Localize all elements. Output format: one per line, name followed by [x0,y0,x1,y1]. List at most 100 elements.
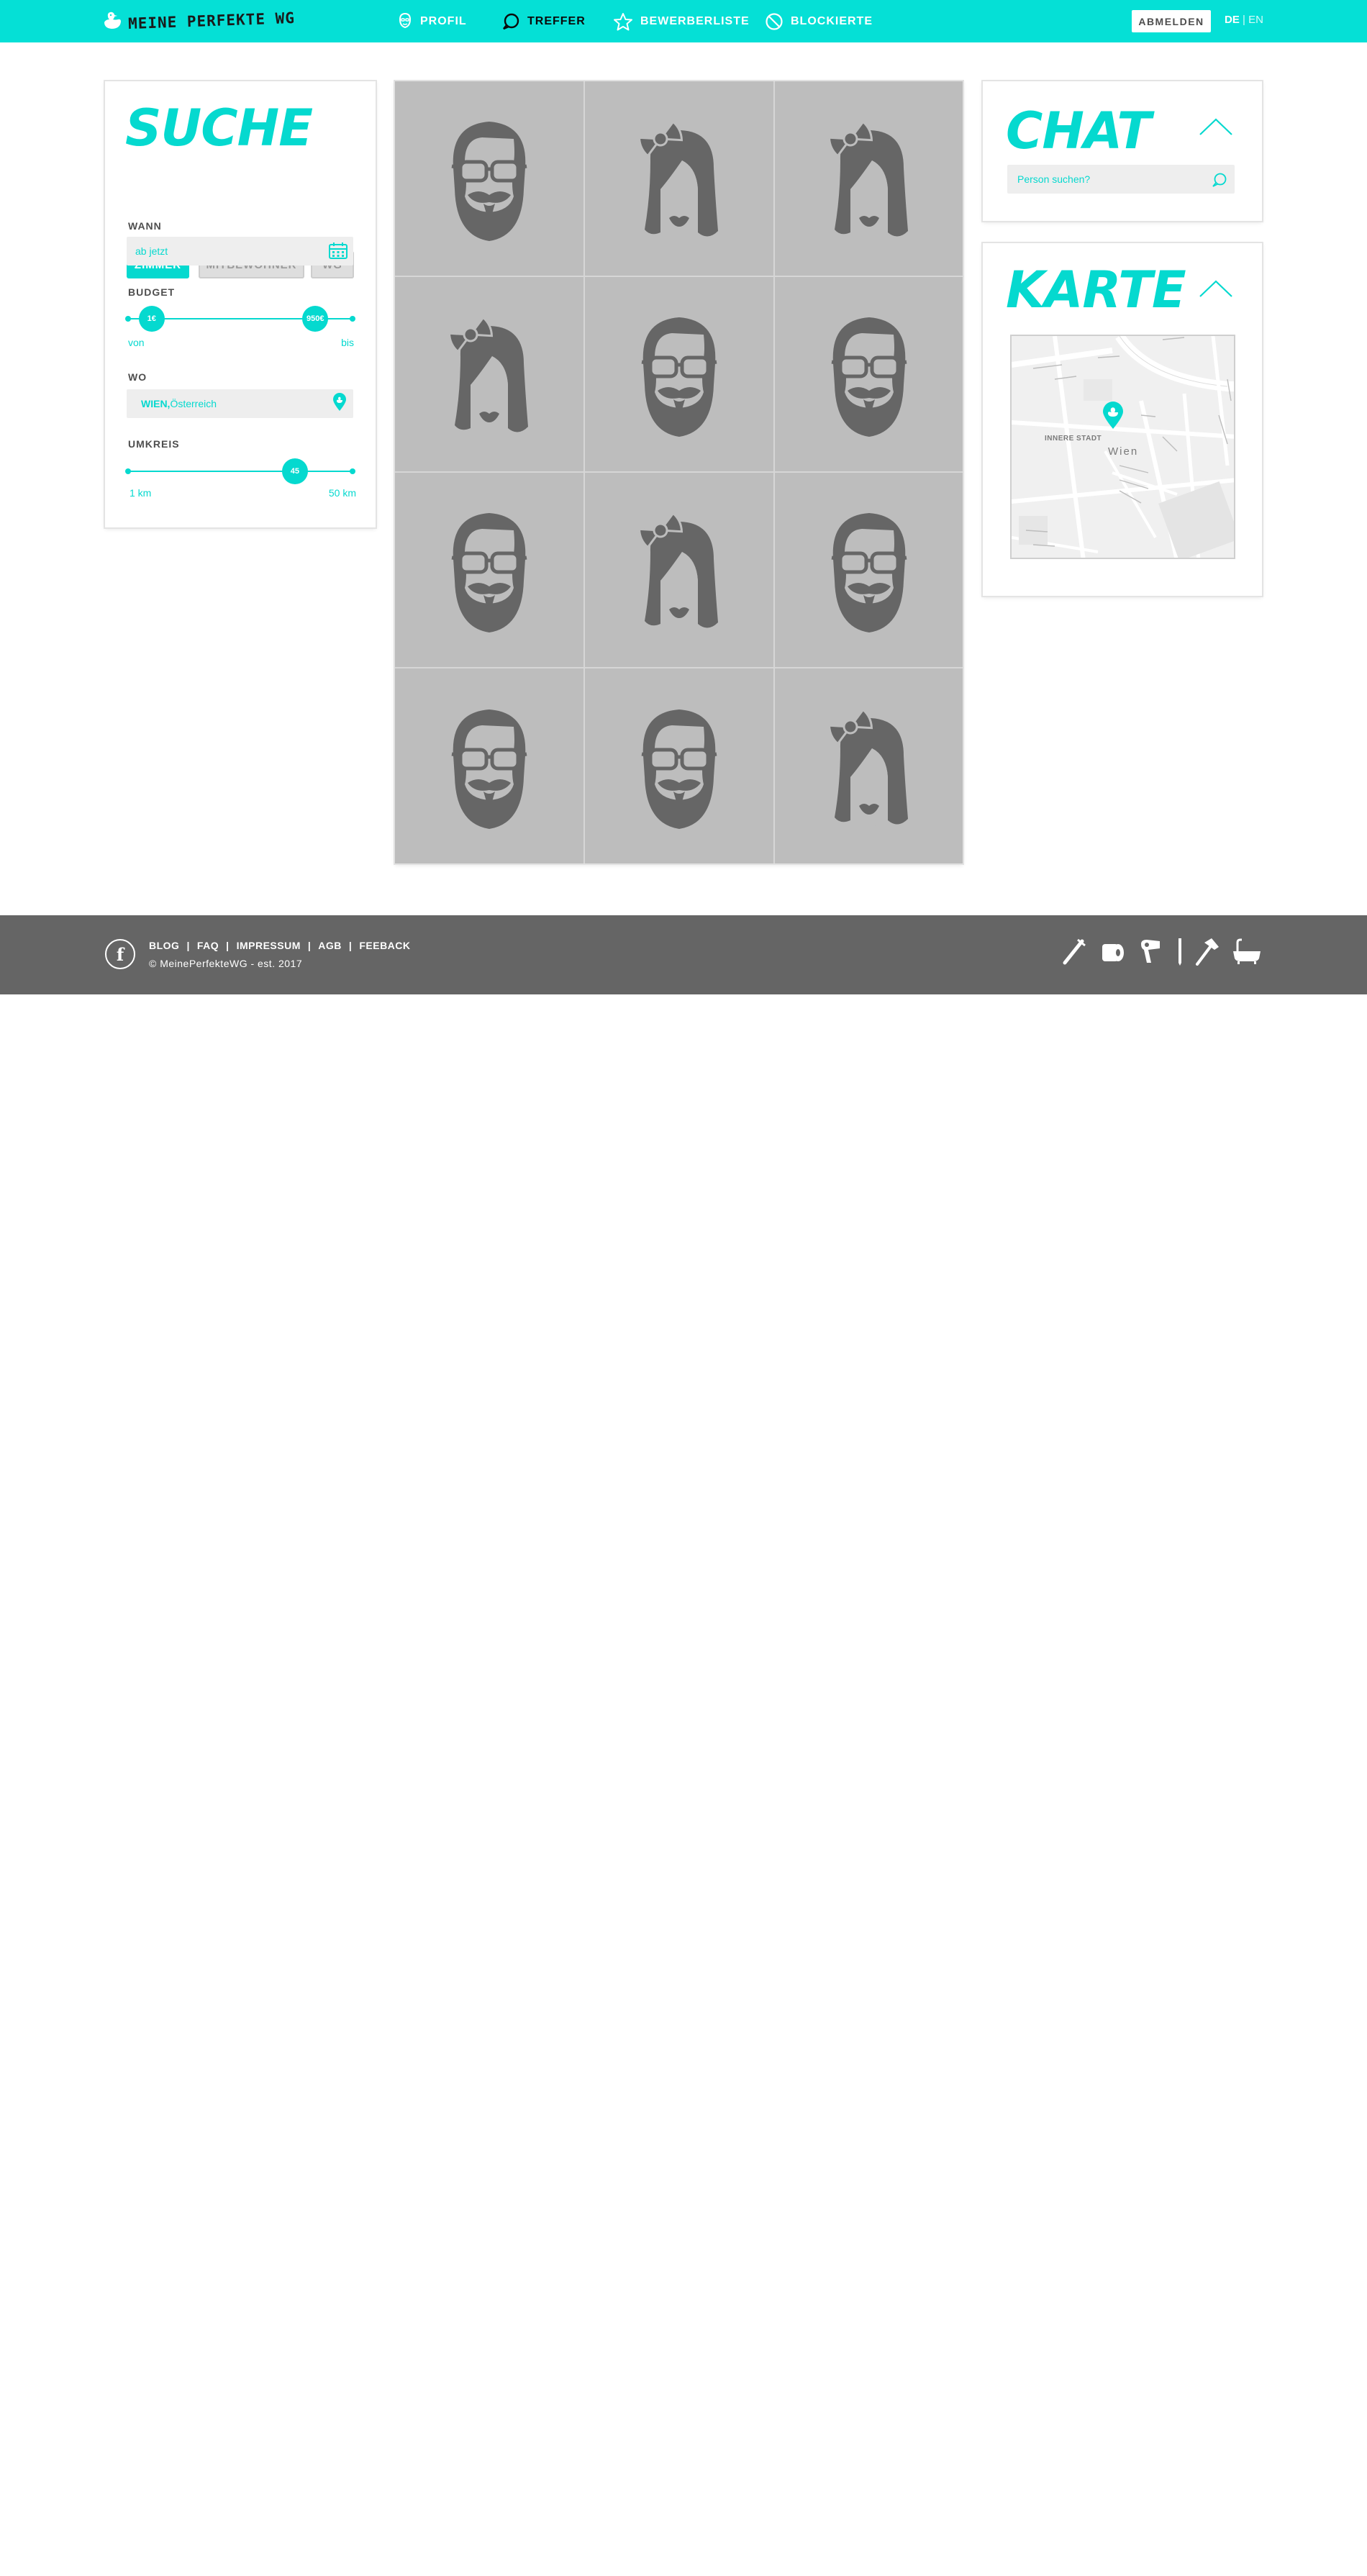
nav-blockierte-label: BLOCKIERTE [791,14,873,27]
budget-min-handle[interactable]: 1€ [138,306,165,332]
nav-treffer-label: TREFFER [527,14,586,27]
match-tile[interactable] [395,473,583,667]
match-tile[interactable] [775,81,963,276]
nav-bewerberliste-label: BEWERBERLISTE [640,14,750,27]
where-label: WO [128,371,147,383]
logout-button[interactable]: ABMELDEN [1132,10,1211,32]
chat-title: CHAT [1006,101,1151,160]
male-avatar-icon [451,513,527,632]
hammer-icon [1196,938,1219,966]
facebook-icon[interactable]: f [105,939,135,969]
chevron-up-icon[interactable] [1199,279,1233,298]
lang-separator: | [1239,14,1249,26]
search-title: SUCHE [125,99,313,158]
calendar-icon[interactable] [329,242,348,260]
match-grid [395,81,963,863]
star-icon [614,12,632,30]
budget-label: BUDGET [128,286,176,298]
male-avatar-icon [641,709,717,829]
footer: f BLOG | FAQ | IMPRESSUM | AGB | FEEBACK © M… [0,915,1367,994]
budget-to-label: bis [341,337,354,348]
match-tile[interactable] [395,668,583,863]
female-avatar-icon [637,120,718,240]
female-avatar-icon [637,512,718,631]
female-avatar-icon [448,316,528,435]
chat-panel: CHAT Person suchen? [983,81,1262,221]
brand-logo[interactable]: Meine Perfekte WG [102,9,295,32]
male-avatar-icon [831,513,907,632]
match-tile[interactable] [775,668,963,863]
search-bubble-icon[interactable] [1212,172,1227,188]
nav-treffer[interactable]: TREFFER [501,0,586,42]
radius-slider[interactable]: 45 [125,458,355,484]
footer-separator: | [226,940,230,951]
female-avatar-icon [827,707,908,827]
footer-links: BLOG | FAQ | IMPRESSUM | AGB | FEEBACK [149,940,411,951]
footer-separator: | [348,940,353,951]
female-avatar-icon [827,120,908,240]
map-title: KARTE [1006,260,1186,319]
male-avatar-icon [641,317,717,437]
match-tile[interactable] [395,81,583,276]
brand-name: Meine Perfekte WG [127,9,296,33]
toilet-paper-icon [1102,944,1124,961]
map-city-label: Wien [1108,445,1139,458]
nav-blockierte[interactable]: BLOCKIERTE [765,0,873,42]
location-pin-icon [333,393,346,411]
when-field[interactable]: ab jetzt [127,237,353,266]
copyright: © MeinePerfekteWG - est. 2017 [149,958,303,969]
nav-profil[interactable]: PROFIL [397,0,467,42]
match-tile[interactable] [585,668,773,863]
match-tile[interactable] [585,277,773,471]
where-country: Österreich [170,398,217,409]
radius-handle[interactable]: 45 [281,458,308,484]
footer-link-agb[interactable]: AGB [318,940,342,951]
hairdryer-icon [1141,940,1160,963]
slider-end [125,468,131,474]
match-tile[interactable] [775,473,963,667]
male-avatar-icon [451,709,527,829]
chevron-up-icon[interactable] [1199,117,1233,136]
match-tile[interactable] [585,81,773,276]
slider-end [350,468,355,474]
budget-max-handle[interactable]: 950€ [302,306,329,332]
radius-max-label: 50 km [328,487,356,499]
face-icon [399,12,412,28]
male-avatar-icon [831,317,907,437]
bathtub-icon [1233,938,1261,964]
footer-link-blog[interactable]: BLOG [149,940,179,951]
match-tile[interactable] [585,473,773,667]
when-label: WANN [128,220,162,232]
language-switch: DE | EN [1225,14,1263,26]
search-panel: SUCHE ZIMMER MITBEWOHNER WG WANN ab jetz… [105,81,376,527]
footer-link-impressum[interactable]: IMPRESSUM [237,940,301,951]
map-panel: KARTE INNERE STADT Wien [983,243,1262,596]
nav-profil-label: PROFIL [420,14,467,27]
match-tile[interactable] [775,277,963,471]
toothbrush-icon [1063,938,1086,965]
block-icon [766,12,783,30]
pen-icon [1178,938,1181,966]
budget-slider[interactable]: 1€ 950€ [125,306,355,332]
map-view[interactable]: INNERE STADT Wien [1010,335,1235,559]
map-district-label: INNERE STADT [1045,435,1102,443]
where-city: WIEN, [141,398,171,409]
nav-bewerberliste[interactable]: BEWERBERLISTE [613,0,750,42]
radius-min-label: 1 km [130,487,152,499]
lang-de-link[interactable]: DE [1225,14,1240,26]
footer-separator: | [307,940,312,951]
male-avatar-icon [451,122,527,241]
footer-separator: | [186,940,190,951]
where-field[interactable]: WIEN, Österreich [127,389,353,418]
footer-link-feeback[interactable]: FEEBACK [359,940,410,951]
map-location-pin-icon[interactable] [1101,401,1125,430]
top-bar: Meine Perfekte WG PROFIL TREFFER BEWERBE… [0,0,1367,42]
lang-en-link[interactable]: EN [1248,14,1263,26]
when-value: ab jetzt [135,245,168,257]
person-search-input[interactable]: Person suchen? [1007,165,1235,194]
footer-link-faq[interactable]: FAQ [197,940,219,951]
person-search-placeholder: Person suchen? [1017,173,1091,185]
match-tile[interactable] [395,277,583,471]
budget-from-label: von [128,337,145,348]
slider-end [125,316,131,322]
